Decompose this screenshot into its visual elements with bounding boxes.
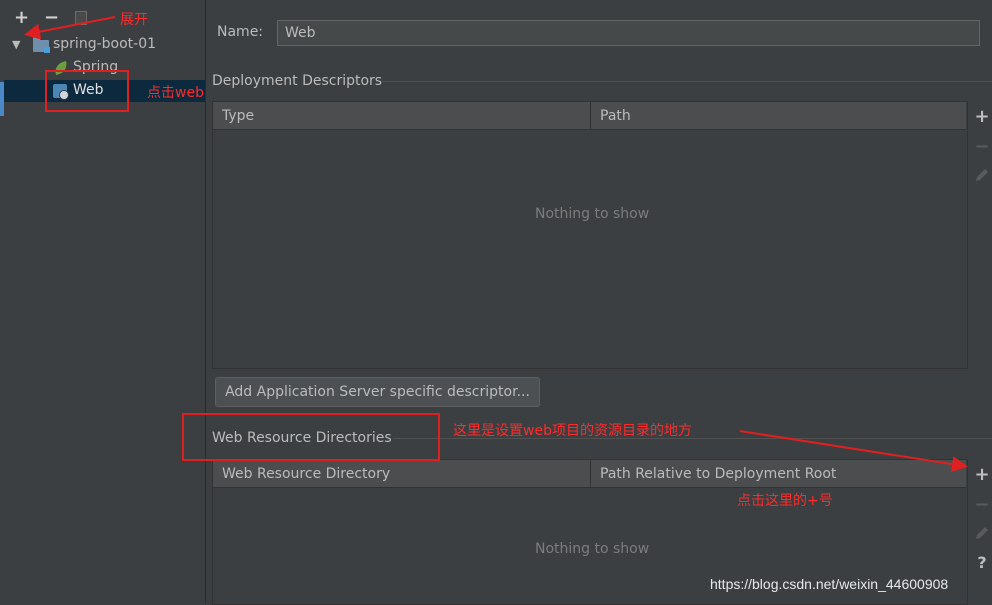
web-highlight-box bbox=[45, 70, 129, 112]
plus-annotation-arrow bbox=[739, 430, 968, 473]
section-highlight-box bbox=[182, 413, 440, 461]
annotation-expand: 展开 bbox=[120, 12, 148, 28]
expand-annotation-arrow bbox=[24, 16, 116, 40]
annotation-click-web: 点击web bbox=[147, 85, 204, 101]
annotation-click-plus: 点击这里的+号 bbox=[737, 493, 833, 509]
watermark-text: https://blog.csdn.net/weixin_44600908 bbox=[710, 576, 949, 592]
annotation-set-resource-dirs: 这里是设置web项目的资源目录的地方 bbox=[453, 423, 692, 439]
